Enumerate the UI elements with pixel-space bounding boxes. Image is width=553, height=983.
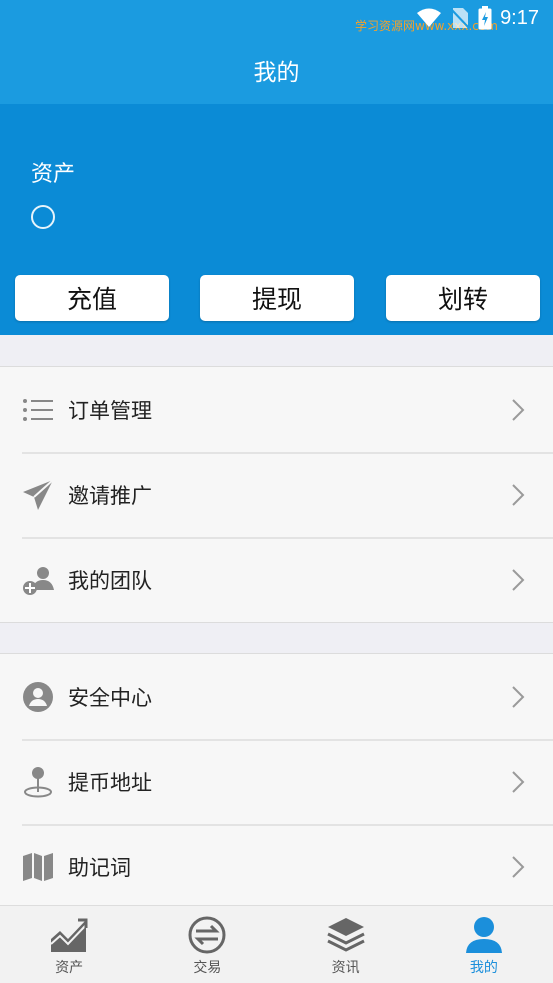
tab-trade[interactable]: 交易 [138, 906, 276, 983]
tab-mine[interactable]: 我的 [415, 906, 553, 983]
menu-item-label: 我的团队 [68, 568, 152, 593]
recharge-button[interactable]: 充值 [15, 275, 169, 321]
wifi-icon [417, 8, 442, 27]
battery-icon [478, 6, 492, 30]
chevron-right-icon [512, 568, 525, 591]
menu-item-label: 订单管理 [68, 398, 152, 423]
user-icon [464, 916, 504, 954]
nav-bar: 我的 [0, 36, 553, 104]
withdraw-button[interactable]: 提现 [200, 275, 354, 321]
menu-item-label: 邀请推广 [68, 483, 152, 508]
chevron-right-icon [512, 483, 525, 506]
menu-group-security: 安全中心 提币地址 助记词 [0, 653, 553, 910]
menu-item-withdrawal-address[interactable]: 提币地址 [0, 739, 553, 824]
tab-label: 我的 [469, 960, 498, 976]
page-title: 我的 [253, 60, 300, 86]
chart-icon [49, 916, 89, 954]
chevron-right-icon [512, 855, 525, 878]
tab-label: 交易 [193, 960, 222, 976]
loading-spinner-icon [31, 205, 55, 229]
menu-item-label: 提币地址 [68, 770, 152, 795]
asset-label: 资产 [31, 162, 76, 187]
status-icons: 9:17 [416, 6, 539, 30]
menu-item-security-center[interactable]: 安全中心 [0, 654, 553, 739]
exchange-icon [187, 916, 227, 954]
status-bar: 学习资源网www.xxx.com 9:17 [0, 0, 553, 36]
menu-item-mnemonic[interactable]: 助记词 [0, 824, 553, 909]
menu-item-order-management[interactable]: 订单管理 [0, 367, 553, 452]
chevron-right-icon [512, 770, 525, 793]
tab-news[interactable]: 资讯 [277, 906, 415, 983]
menu-item-label: 安全中心 [68, 685, 152, 710]
status-time: 9:17 [500, 6, 539, 29]
no-sim-icon [450, 8, 470, 29]
add-user-icon [22, 564, 54, 596]
asset-panel: 资产 充值 提现 划转 [0, 104, 553, 335]
menu-item-invite-promotion[interactable]: 邀请推广 [0, 452, 553, 537]
tab-label: 资产 [55, 960, 84, 976]
chevron-right-icon [512, 685, 525, 708]
location-pin-icon [22, 766, 54, 798]
paper-plane-icon [22, 478, 54, 511]
menu-group-orders: 订单管理 邀请推广 我的团队 [0, 366, 553, 623]
bottom-tab-bar: 资产 交易 资讯 我的 [0, 905, 553, 983]
tab-assets[interactable]: 资产 [0, 906, 138, 983]
menu-item-my-team[interactable]: 我的团队 [0, 537, 553, 622]
map-icon [22, 851, 54, 883]
list-icon [22, 394, 54, 426]
layers-icon [326, 916, 366, 954]
transfer-button[interactable]: 划转 [386, 275, 540, 321]
tab-label: 资讯 [331, 960, 360, 976]
user-circle-icon [22, 681, 54, 713]
menu-item-label: 助记词 [68, 855, 131, 880]
chevron-right-icon [512, 398, 525, 421]
